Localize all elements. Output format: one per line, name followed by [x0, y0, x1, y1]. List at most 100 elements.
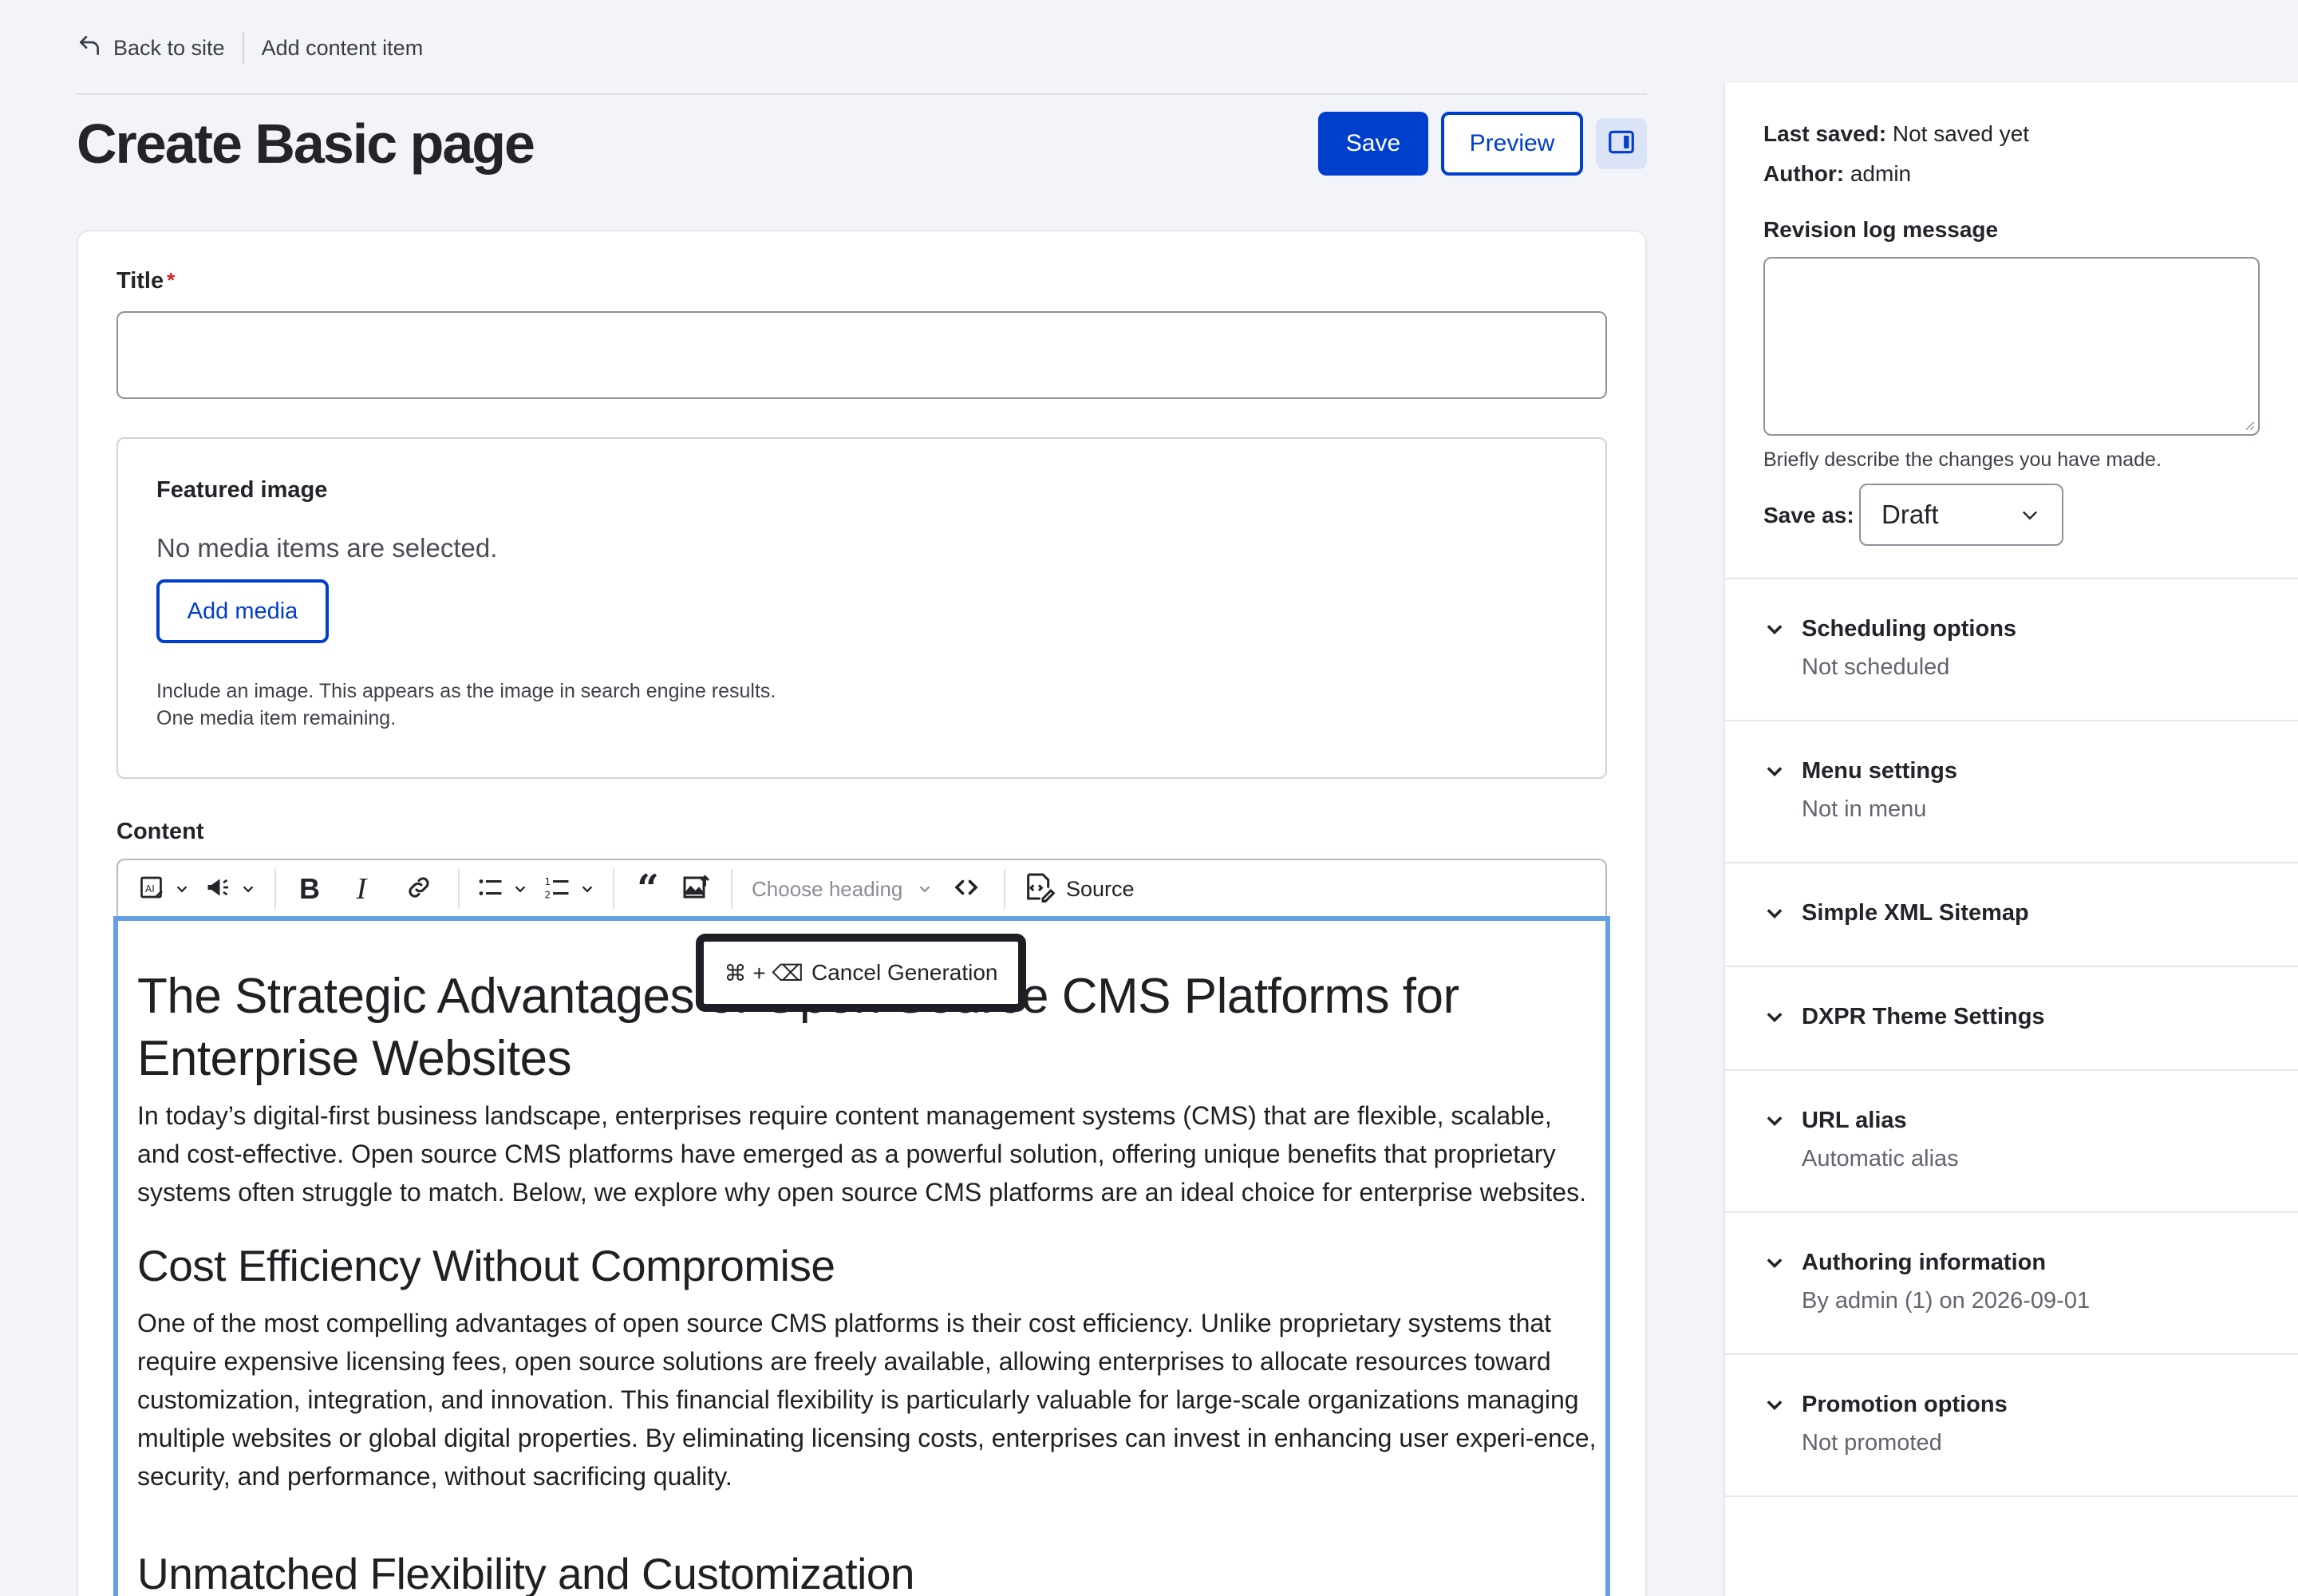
code-button[interactable] — [938, 867, 994, 911]
revision-log-label: Revision log message — [1763, 217, 1999, 242]
revision-log-textarea[interactable] — [1763, 257, 2260, 436]
italic-button[interactable]: I — [334, 867, 389, 911]
last-saved-info: Last saved: Not saved yet — [1763, 121, 2029, 147]
accordion-url-alias[interactable]: URL alias — [1763, 1108, 1907, 1134]
link-icon — [405, 873, 433, 906]
accordion-dxpr-theme-settings[interactable]: DXPR Theme Settings — [1763, 1004, 2045, 1030]
insert-image-button[interactable] — [672, 867, 721, 911]
chevron-down-icon — [1767, 766, 1783, 776]
accordion-title: Promotion options — [1802, 1392, 2008, 1417]
accordion-summary: Not scheduled — [1802, 654, 1950, 680]
last-saved-value: Not saved yet — [1892, 121, 2030, 146]
no-media-message: No media items are selected. — [156, 533, 498, 563]
content-field-label: Content — [116, 819, 204, 844]
last-saved-label: Last saved: — [1763, 121, 1887, 146]
bold-icon: B — [299, 872, 320, 905]
media-remaining-note: One media item remaining. — [156, 707, 397, 729]
toolbar-separator — [1004, 869, 1005, 909]
accordion-authoring-information[interactable]: Authoring information — [1763, 1250, 2046, 1276]
save-button[interactable]: Save — [1318, 112, 1428, 176]
ai-assistant-button[interactable]: AI — [132, 867, 196, 911]
cancel-generation-label: Cancel Generation — [811, 960, 998, 985]
back-arrow-icon — [77, 33, 102, 64]
back-to-site-link[interactable]: Back to site — [77, 33, 225, 64]
svg-text:2: 2 — [545, 889, 551, 900]
resize-handle-icon[interactable] — [2244, 420, 2255, 431]
bulleted-list-button[interactable] — [469, 867, 536, 911]
svg-text:AI: AI — [145, 883, 155, 895]
back-to-site-label: Back to site — [113, 35, 225, 60]
chevron-down-icon — [919, 886, 930, 893]
chevron-down-icon — [243, 886, 254, 893]
required-marker: * — [167, 268, 176, 292]
save-as-label: Save as: — [1763, 503, 1854, 527]
chevron-down-icon — [2023, 511, 2037, 520]
moderation-state-select[interactable]: Draft — [1859, 484, 2063, 546]
toolbar-separator — [274, 869, 276, 909]
editor-toolbar: AI B I 12 “ Choose heading Source — [116, 859, 1607, 918]
svg-text:1: 1 — [545, 876, 551, 887]
title-field-label: Title * — [116, 268, 175, 294]
toggle-sidebar-button[interactable] — [1596, 118, 1647, 169]
toolbar-separator — [731, 869, 732, 909]
sidebar-divider — [1725, 1211, 2298, 1213]
chevron-down-icon — [582, 886, 593, 893]
add-media-button[interactable]: Add media — [156, 579, 329, 643]
editor-heading-3: Unmatched Flexibility and Customization — [137, 1549, 915, 1596]
chevron-down-icon — [1767, 1012, 1783, 1022]
chevron-down-icon — [1767, 1258, 1783, 1268]
title-input[interactable] — [116, 311, 1607, 399]
cancel-shortcut: ⌘ + ⌫ — [724, 960, 804, 986]
accordion-promotion-options[interactable]: Promotion options — [1763, 1392, 2008, 1418]
author-label: Author: — [1763, 161, 1845, 186]
content-editor[interactable]: The Strategic Advantages of Open Source … — [113, 916, 1610, 1596]
ai-assistant-icon: AI — [138, 873, 167, 906]
blockquote-icon: “ — [637, 867, 659, 911]
code-icon — [952, 873, 981, 906]
link-button[interactable] — [389, 867, 448, 911]
chevron-down-icon — [176, 886, 188, 893]
numbered-list-button[interactable]: 12 — [536, 867, 603, 911]
author-info: Author: admin — [1763, 161, 1911, 187]
sidebar-divider — [1725, 862, 2298, 863]
featured-image-description: Include an image. This appears as the im… — [156, 680, 776, 702]
bold-button[interactable]: B — [286, 867, 334, 911]
toolbar-separator — [613, 869, 614, 909]
title-label-text: Title — [116, 268, 164, 294]
accordion-title: URL alias — [1802, 1108, 1907, 1133]
numbered-list-icon: 12 — [543, 873, 572, 906]
heading-dropdown-label: Choose heading — [752, 876, 903, 901]
sidebar-divider — [1725, 1495, 2298, 1497]
accordion-simple-xml-sitemap[interactable]: Simple XML Sitemap — [1763, 900, 2029, 926]
editor-heading-2: Cost Efficiency Without Compromise — [137, 1241, 835, 1290]
bulleted-list-icon — [476, 873, 505, 906]
heading-dropdown[interactable]: Choose heading — [742, 877, 934, 902]
sidebar-divider — [1725, 1353, 2298, 1355]
author-value: admin — [1850, 161, 1912, 186]
breadcrumb: Add content item — [261, 35, 424, 60]
accordion-title: DXPR Theme Settings — [1802, 1004, 2045, 1029]
accordion-scheduling-options[interactable]: Scheduling options — [1763, 616, 2016, 642]
featured-image-legend: Featured image — [156, 477, 328, 503]
accordion-summary: Automatic alias — [1802, 1146, 1959, 1171]
header-divider — [77, 93, 1647, 95]
sidebar-divider — [1725, 1069, 2298, 1071]
accordion-summary: Not in menu — [1802, 796, 1927, 822]
preview-button[interactable]: Preview — [1441, 112, 1583, 176]
chevron-down-icon — [1767, 1400, 1783, 1410]
sidebar-divider — [1725, 578, 2298, 579]
accordion-menu-settings[interactable]: Menu settings — [1763, 758, 1957, 784]
editor-paragraph-1: In today’s digital-first business landsc… — [137, 1101, 1586, 1207]
sidebar-divider — [1725, 720, 2298, 721]
accordion-title: Authoring information — [1802, 1250, 2047, 1275]
announcement-icon — [204, 873, 233, 906]
editor-paragraph-2: One of the most compelling advantages of… — [137, 1309, 1597, 1491]
cancel-generation-button[interactable]: ⌘ + ⌫ Cancel Generation — [696, 934, 1026, 1012]
sidebar-divider — [1725, 966, 2298, 967]
top-bar: Back to site Add content item — [77, 32, 423, 64]
announcement-button[interactable] — [196, 867, 265, 911]
source-button[interactable]: Source — [1015, 871, 1135, 908]
source-label: Source — [1066, 876, 1135, 901]
blockquote-button[interactable]: “ — [624, 867, 672, 911]
revision-log-help: Briefly describe the changes you have ma… — [1763, 448, 2162, 471]
